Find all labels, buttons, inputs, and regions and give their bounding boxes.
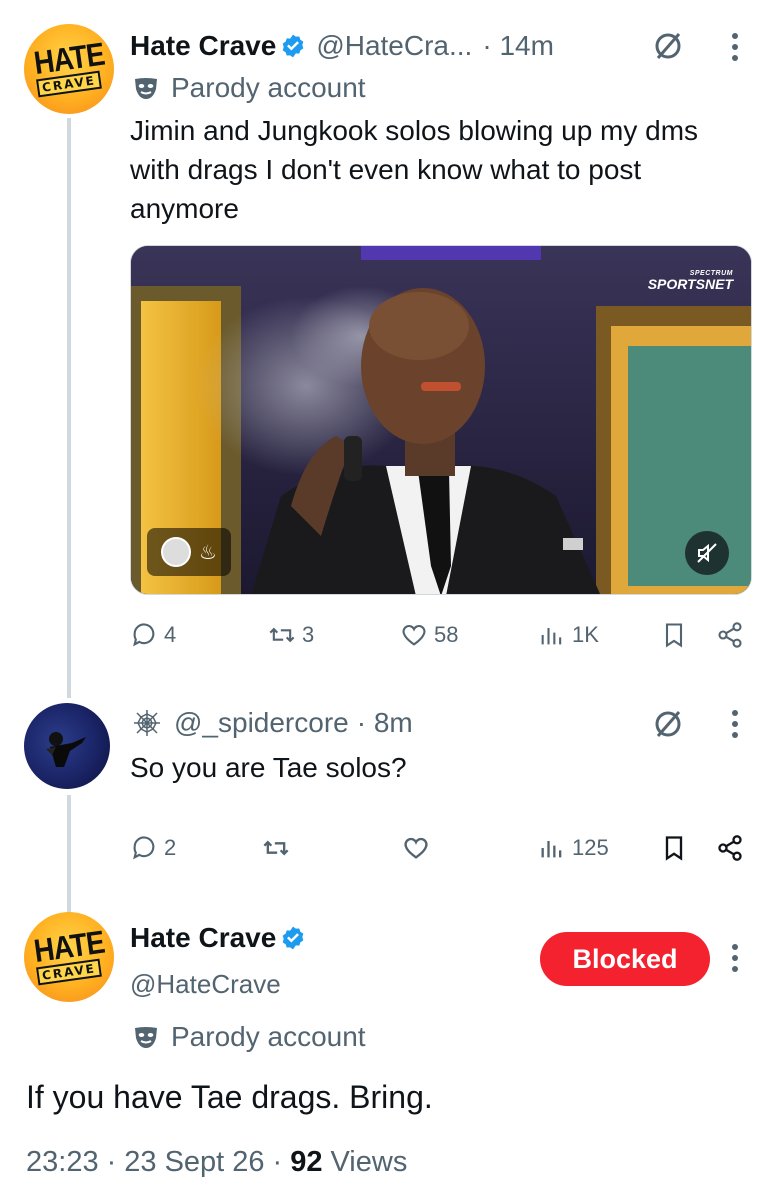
more-options-icon[interactable] [725, 30, 745, 64]
repost-icon [263, 840, 289, 856]
tweet-text: Jimin and Jungkook solos blowing up my d… [130, 115, 699, 224]
bookmark-button[interactable] [660, 621, 688, 649]
grok-icon[interactable] [652, 30, 684, 62]
mask-icon [133, 75, 159, 101]
views-icon [541, 841, 562, 858]
reply-timestamp[interactable]: · 8m [357, 707, 413, 739]
reply-like-button[interactable] [402, 834, 430, 862]
verified-badge-icon [280, 33, 306, 59]
reply-views-count: 125 [572, 835, 609, 860]
reply-text: So you are Tae solos? [130, 752, 407, 783]
reply-views-button[interactable]: 125 [538, 834, 609, 862]
thread-line-1 [67, 118, 71, 698]
avatar-figure [46, 732, 86, 767]
reply-reply-button[interactable]: 2 [130, 834, 176, 862]
reply-share-button[interactable] [716, 834, 744, 862]
sportsnet-watermark: SPECTRUM SPORTSNET [648, 270, 733, 291]
repost-icon [269, 627, 295, 643]
timestamp[interactable]: · 14m [482, 30, 554, 62]
repost-count: 3 [302, 622, 315, 647]
mute-icon [697, 543, 717, 563]
main-time[interactable]: 23:23 [26, 1146, 99, 1179]
handle[interactable]: @HateCra... [316, 30, 472, 62]
mask-icon [133, 1024, 159, 1050]
reply-header: @_spidercore · 8m [132, 703, 413, 743]
main-display-name[interactable]: Hate Crave [130, 922, 276, 954]
spaces-chip[interactable]: ♨ [147, 528, 231, 576]
reply-grok-icon[interactable] [652, 708, 684, 740]
main-views-count: 92 [290, 1145, 323, 1178]
bookmark-icon [665, 836, 683, 861]
reply-count: 4 [164, 622, 177, 647]
reply-bookmark-button[interactable] [660, 834, 688, 862]
separator-dot: · [106, 1145, 117, 1178]
views-button[interactable]: 1K [538, 621, 599, 649]
main-avatar[interactable]: HATE CRAVE [24, 912, 114, 1002]
blocked-button[interactable]: Blocked [540, 932, 710, 986]
spiderweb-icon [132, 708, 162, 738]
reply-reply-count: 2 [164, 835, 177, 860]
separator-dot: · [272, 1145, 283, 1178]
main-more-options-icon[interactable] [725, 941, 745, 975]
share-icon [718, 622, 742, 648]
avatar[interactable]: HATE CRAVE [24, 24, 114, 114]
main-parody-label: Parody account [133, 1019, 366, 1055]
heart-icon [402, 624, 426, 646]
reply-more-options-icon[interactable] [725, 707, 745, 741]
heart-icon [404, 837, 428, 859]
parody-label-text: Parody account [171, 72, 366, 103]
views-count: 1K [572, 622, 599, 647]
tweet-video[interactable]: SPECTRUM SPORTSNET ♨ [130, 245, 752, 595]
reply-button[interactable]: 4 [130, 621, 176, 649]
reply-icon [133, 623, 155, 647]
hot-spring-icon: ♨ [199, 540, 217, 564]
chip-avatar-icon [161, 537, 192, 567]
mute-button[interactable] [685, 531, 729, 575]
reply-icon [133, 836, 155, 860]
like-count: 58 [434, 622, 459, 647]
reply-handle[interactable]: @_spidercore [174, 707, 349, 739]
main-views-label: Views [330, 1145, 408, 1178]
share-icon [718, 835, 742, 861]
parody-label: Parody account [133, 70, 366, 106]
main-name-row: Hate Crave [130, 918, 306, 958]
main-tweet-text: If you have Tae drags. Bring. [26, 1079, 433, 1115]
bookmark-icon [665, 623, 683, 648]
main-handle-row: @HateCrave [130, 966, 281, 1002]
verified-badge-icon [280, 925, 306, 951]
share-button[interactable] [716, 621, 744, 649]
reply-repost-button[interactable] [262, 834, 290, 862]
main-handle[interactable]: @HateCrave [130, 969, 281, 1000]
thread-line-2 [67, 795, 71, 915]
watermark-main: SPORTSNET [647, 276, 733, 292]
repost-button[interactable]: 3 [268, 621, 314, 649]
main-meta-row: 23:23 · 23 Sept 26 · 92 Views [26, 1142, 407, 1182]
views-icon [541, 628, 562, 645]
main-date[interactable]: 23 Sept 26 [124, 1146, 264, 1179]
reply-avatar[interactable] [24, 703, 110, 789]
display-name[interactable]: Hate Crave [130, 30, 276, 62]
main-parody-label-text: Parody account [171, 1021, 366, 1052]
tweet-header: Hate Crave @HateCra... · 14m [130, 26, 554, 66]
like-button[interactable]: 58 [400, 621, 458, 649]
